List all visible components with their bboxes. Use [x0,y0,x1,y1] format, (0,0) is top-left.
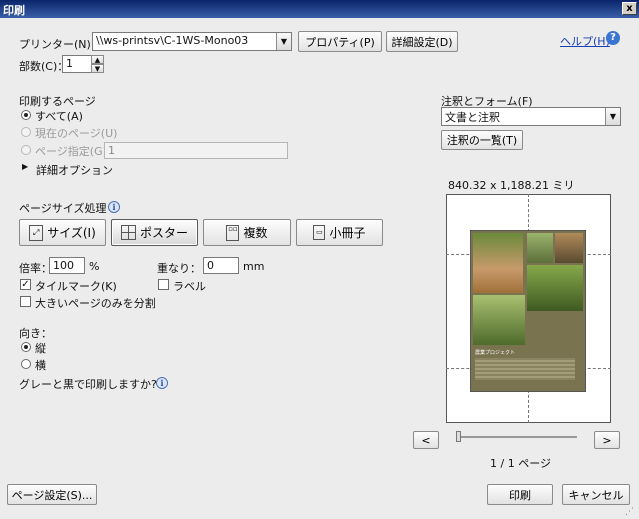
preview-size: 840.32 x 1,188.21 ミリ [448,179,575,192]
range-input: 1 [104,142,288,159]
radio-current [21,127,31,137]
printer-label: プリンター(N)： [19,38,102,51]
next-page-button[interactable]: > [594,431,620,449]
page-indicator: 1 / 1 ページ [490,457,551,470]
radio-range-label: ページ指定(G) [35,145,107,158]
copies-label: 部数(C)： [19,60,69,73]
printer-value: \\ws-printsv\C-1WS-Mono03 [96,34,249,47]
window-title: 印刷 [3,4,25,17]
tab-booklet-label: 小冊子 [329,226,366,240]
overlap-label: 重なり： [157,262,201,275]
radio-portrait[interactable] [21,342,31,352]
tab-size-label: サイズ(I) [47,226,96,240]
labels-checkbox[interactable] [158,279,169,290]
tile-marks-label: タイルマーク(K) [35,280,117,293]
preview-thumbnail: 農業プロジェクト [470,230,586,392]
help-link[interactable]: ヘルプ(H) [560,33,610,49]
overlap-unit: mm [243,260,265,273]
radio-current-label: 現在のページ(U) [35,127,118,140]
gray-info-icon[interactable]: i [156,377,168,389]
comments-summary-label: 注釈の一覧(T) [446,134,518,147]
thumb-photo-main [473,233,523,293]
size-icon: ⤢ [29,224,44,241]
spin-down-icon[interactable]: ▼ [91,64,104,73]
close-icon: x [626,3,633,14]
copies-input[interactable]: 1 [62,55,92,73]
prev-page-button[interactable]: < [413,431,439,449]
thumb-text-block [475,358,575,380]
large-pages-checkbox[interactable] [20,296,31,307]
overlap-input[interactable]: 0 [203,257,239,274]
tab-multiple-label: 複数 [243,226,268,240]
multiple-icon: ▫▫ [226,224,240,241]
pages-heading: 印刷するページ [19,95,96,108]
radio-landscape-label: 横 [35,359,46,372]
page-slider-track[interactable] [459,436,577,438]
comments-select[interactable]: 文書と注釈 ▼ [441,107,621,126]
scale-unit: % [89,260,100,273]
properties-button-label: プロパティ(P) [305,35,375,49]
close-button[interactable]: x [622,2,637,15]
properties-button[interactable]: プロパティ(P) [298,31,382,52]
help-icon[interactable]: ? [606,31,620,45]
page-size-heading: ページサイズ処理 [19,202,107,215]
thumb-title: 農業プロジェクト [475,350,516,356]
tab-booklet[interactable]: ▭ 小冊子 [296,219,383,246]
radio-range [21,145,31,155]
prev-label: < [421,433,431,447]
tile-marks-checkbox[interactable]: ✓ [20,279,31,290]
more-options-label[interactable]: 詳細オプション [36,162,113,178]
thumb-photo-3 [555,233,583,263]
spin-up-icon[interactable]: ▲ [91,55,104,64]
advanced-button[interactable]: 詳細設定(D) [386,31,458,52]
advanced-button-label: 詳細設定(D) [391,35,453,49]
page-setup-button[interactable]: ページ設定(S)... [7,484,97,505]
info-icon[interactable]: i [108,201,120,213]
radio-landscape[interactable] [21,359,31,369]
gray-print-label: グレーと黒で印刷しますか? [19,378,157,391]
comments-summary-button[interactable]: 注釈の一覧(T) [441,130,523,150]
tab-multiple[interactable]: ▫▫ 複数 [203,219,291,246]
comments-value: 文書と注釈 [445,111,500,124]
tab-poster[interactable]: ポスター [111,219,198,246]
print-button[interactable]: 印刷 [487,484,553,505]
thumb-photo-4 [527,265,583,311]
resize-grip-icon[interactable]: ⋰ [625,507,637,517]
tab-size[interactable]: ⤢ サイズ(I) [19,219,106,246]
radio-portrait-label: 縦 [35,342,46,355]
large-pages-label: 大きいページのみを分割 [35,297,156,310]
tab-poster-label: ポスター [139,226,188,240]
range-value: 1 [108,144,115,157]
comments-dropdown-arrow-icon[interactable]: ▼ [605,108,620,125]
labels-label: ラベル [173,280,206,293]
page-slider-thumb[interactable] [456,431,461,442]
orientation-heading: 向き： [19,327,52,340]
overlap-value: 0 [207,259,214,272]
radio-all[interactable] [21,110,31,120]
print-label: 印刷 [509,488,531,502]
thumb-photo-2 [527,233,553,263]
thumb-photo-5 [473,295,525,345]
scale-value: 100 [53,259,74,272]
poster-icon [120,225,136,240]
cancel-button[interactable]: キャンセル [562,484,630,505]
title-bar: 印刷 x [0,0,639,18]
cancel-label: キャンセル [568,488,624,502]
printer-select[interactable]: \\ws-printsv\C-1WS-Mono03 ▼ [92,32,292,51]
scale-label: 倍率： [19,262,52,275]
expand-triangle-icon[interactable]: ▶ [22,162,28,171]
page-setup-label: ページ設定(S)... [11,488,93,502]
copies-value: 1 [66,57,73,70]
dropdown-arrow-icon[interactable]: ▼ [276,33,291,50]
radio-all-label: すべて(A) [35,110,83,123]
scale-input[interactable]: 100 [49,257,85,274]
next-label: > [602,433,612,447]
booklet-icon: ▭ [313,225,326,240]
